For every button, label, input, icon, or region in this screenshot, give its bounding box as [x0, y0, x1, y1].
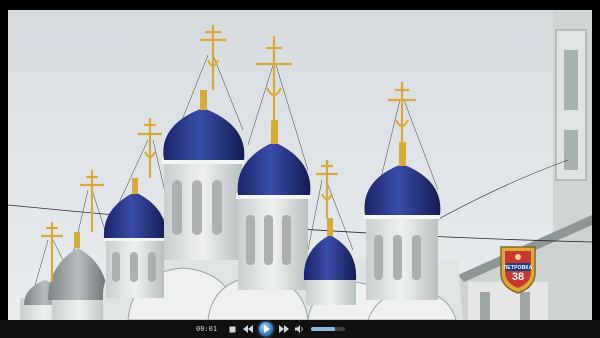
- stop-icon: [229, 326, 236, 332]
- volume-button[interactable]: [295, 324, 305, 334]
- volume-slider[interactable]: [311, 327, 346, 331]
- volume-level: [311, 327, 335, 331]
- speaker-icon: [295, 325, 303, 333]
- play-button[interactable]: [259, 322, 274, 336]
- skip-forward-icon: [279, 325, 290, 333]
- time-elapsed: 00:01: [196, 325, 218, 333]
- skip-forward-button[interactable]: [279, 324, 290, 334]
- channel-number: 38: [511, 271, 525, 283]
- skip-back-icon: [243, 325, 254, 333]
- video-player: ПЕТРОВКА 38 00:01: [0, 0, 600, 338]
- player-controls: 00:01: [0, 320, 600, 338]
- channel-logo: ПЕТРОВКА 38: [497, 243, 539, 295]
- play-icon: [263, 325, 270, 333]
- stop-button[interactable]: [227, 324, 237, 334]
- skip-back-button[interactable]: [243, 324, 254, 334]
